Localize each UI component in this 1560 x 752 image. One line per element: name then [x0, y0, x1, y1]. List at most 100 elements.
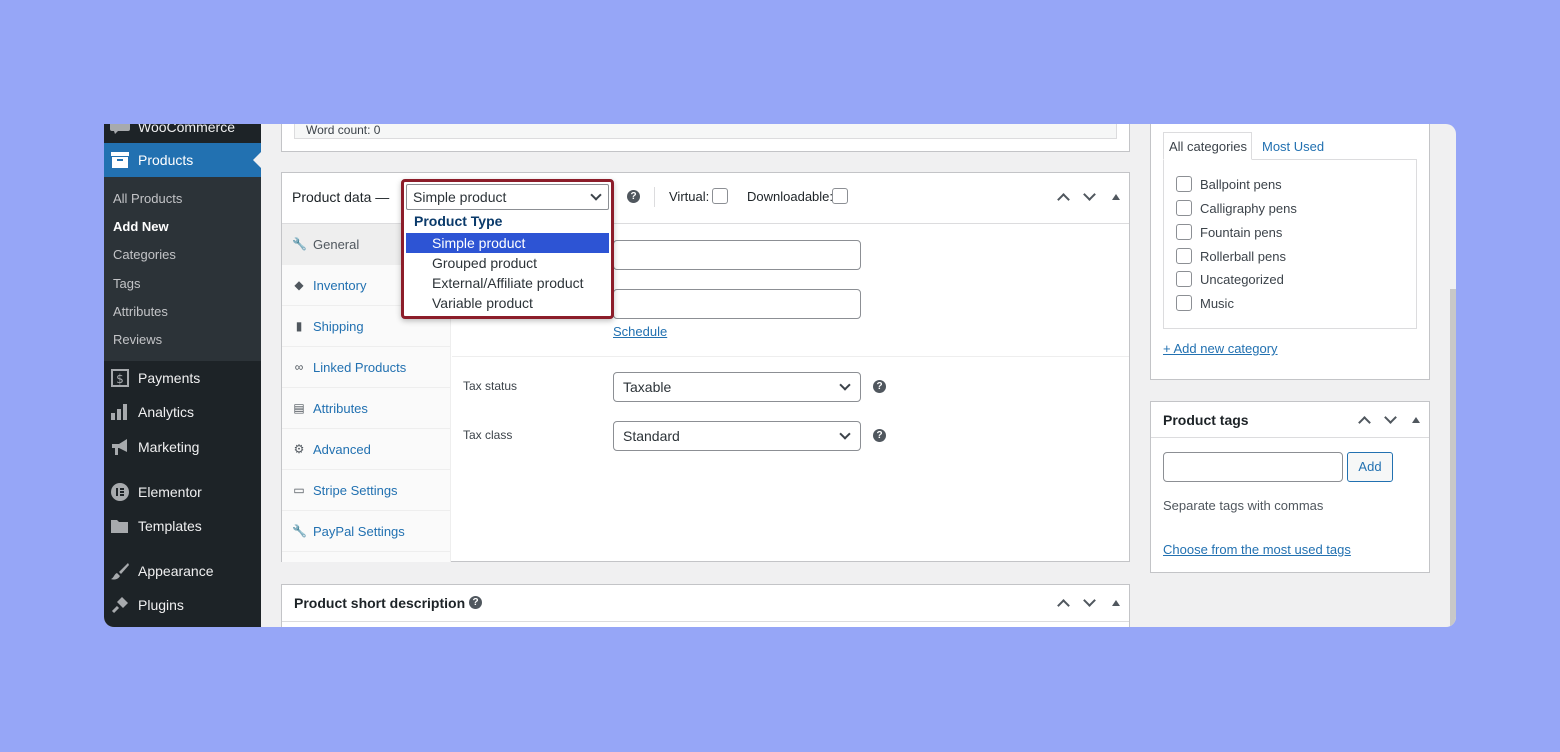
choose-most-used-tags-link[interactable]: Choose from the most used tags [1163, 542, 1351, 557]
category-checkbox[interactable] [1176, 248, 1192, 264]
scrollbar[interactable] [1450, 289, 1456, 627]
category-checkbox[interactable] [1176, 271, 1192, 287]
add-new-category-link[interactable]: + Add new category [1163, 341, 1278, 356]
wp-admin-window: WooCommerce Products All Products Add Ne… [104, 124, 1456, 627]
product-data-title: Product data — [292, 189, 390, 205]
submenu-attributes[interactable]: Attributes [113, 304, 168, 319]
tax-class-value: Standard [623, 428, 680, 444]
tab-advanced[interactable]: ⚙ Advanced [282, 429, 451, 470]
category-item[interactable]: Music [1176, 295, 1234, 311]
admin-sidebar: WooCommerce Products All Products Add Ne… [104, 124, 261, 627]
help-icon[interactable]: ? [627, 190, 640, 203]
category-item[interactable]: Fountain pens [1176, 224, 1282, 240]
virtual-label: Virtual: [669, 189, 710, 204]
tab-most-used[interactable]: Most Used [1257, 132, 1329, 160]
submenu-tags[interactable]: Tags [113, 276, 140, 291]
tab-label: General [313, 236, 360, 252]
option-variable-product[interactable]: Variable product [406, 293, 609, 313]
menu-marketing[interactable]: Marketing [104, 430, 261, 464]
category-label: Fountain pens [1200, 224, 1283, 240]
downloadable-checkbox[interactable] [832, 188, 848, 204]
product-type-dropdown[interactable]: Simple product Product Type Simple produ… [401, 179, 614, 319]
list-icon: ▤ [293, 401, 305, 415]
submenu-categories[interactable]: Categories [113, 247, 176, 262]
category-item[interactable]: Uncategorized [1176, 271, 1284, 287]
product-tags-title: Product tags [1163, 412, 1249, 428]
product-data-box: Product data — Simple product Product Ty… [281, 172, 1130, 562]
menu-templates[interactable]: Templates [104, 509, 261, 543]
menu-woocommerce[interactable]: WooCommerce [104, 124, 261, 144]
tab-attributes[interactable]: ▤ Attributes [282, 388, 451, 429]
submenu-add-new[interactable]: Add New [113, 219, 169, 234]
menu-payments[interactable]: $ Payments [104, 361, 261, 395]
submenu-all-products[interactable]: All Products [113, 191, 182, 206]
category-checkbox[interactable] [1176, 224, 1192, 240]
help-icon[interactable]: ? [469, 596, 482, 609]
virtual-checkbox[interactable] [712, 188, 728, 204]
tag-input[interactable] [1163, 452, 1343, 482]
submenu-reviews[interactable]: Reviews [113, 332, 162, 347]
products-submenu: All Products Add New Categories Tags Att… [104, 177, 261, 361]
help-icon[interactable]: ? [873, 380, 886, 393]
toggle-panel-icon[interactable] [1112, 600, 1120, 606]
tab-all-categories[interactable]: All categories [1163, 132, 1252, 160]
tab-linked-products[interactable]: ∞ Linked Products [282, 347, 451, 388]
wrench-icon: 🔧 [292, 237, 307, 251]
toggle-panel-icon[interactable] [1412, 417, 1420, 423]
category-checkbox[interactable] [1176, 176, 1192, 192]
move-down-icon[interactable] [1384, 411, 1397, 424]
tax-status-select[interactable]: Taxable [613, 372, 861, 402]
menu-analytics[interactable]: Analytics [104, 395, 261, 429]
dollar-icon: $ [110, 368, 130, 388]
sale-price-input[interactable] [613, 289, 861, 319]
card-icon: ▭ [293, 483, 305, 497]
category-item[interactable]: Calligraphy pens [1176, 200, 1297, 216]
gear-icon: ⚙ [293, 442, 305, 456]
category-label: Calligraphy pens [1200, 200, 1297, 216]
category-label: Rollerball pens [1200, 248, 1286, 264]
menu-products[interactable]: Products [104, 143, 261, 177]
option-external-product[interactable]: External/Affiliate product [406, 273, 609, 293]
menu-elementor[interactable]: Elementor [104, 475, 261, 509]
divider [282, 621, 1129, 622]
category-item[interactable]: Ballpoint pens [1176, 176, 1282, 192]
regular-price-input[interactable] [613, 240, 861, 270]
elementor-icon [110, 482, 130, 502]
category-checklist: Ballpoint pens Calligraphy pens Fountain… [1163, 159, 1417, 329]
category-checkbox[interactable] [1176, 200, 1192, 216]
menu-label: Marketing [138, 439, 200, 455]
tax-class-label: Tax class [463, 428, 513, 442]
tab-label: PayPal Settings [313, 523, 405, 539]
category-item[interactable]: Rollerball pens [1176, 248, 1286, 264]
product-type-select[interactable]: Simple product [406, 184, 609, 210]
tab-stripe-settings[interactable]: ▭ Stripe Settings [282, 470, 451, 511]
tax-class-select[interactable]: Standard [613, 421, 861, 451]
link-icon: ∞ [294, 360, 304, 374]
product-tags-header: Product tags [1151, 402, 1429, 438]
schedule-link[interactable]: Schedule [613, 324, 667, 339]
category-label: Music [1200, 295, 1234, 311]
menu-label: Elementor [138, 484, 202, 500]
option-simple-product[interactable]: Simple product [406, 233, 609, 253]
product-data-header: Product data — Simple product Product Ty… [282, 173, 1129, 319]
add-tag-button[interactable]: Add [1347, 452, 1393, 482]
move-up-icon[interactable] [1057, 599, 1070, 612]
chevron-down-icon [839, 428, 851, 440]
menu-label: Plugins [138, 597, 184, 613]
toggle-panel-icon[interactable] [1112, 194, 1120, 200]
short-description-title: Product short description [294, 595, 466, 611]
move-up-icon[interactable] [1358, 416, 1371, 429]
tab-paypal-settings[interactable]: 🔧 PayPal Settings [282, 511, 451, 552]
move-down-icon[interactable] [1083, 188, 1096, 201]
menu-plugins[interactable]: Plugins [104, 588, 261, 622]
menu-appearance[interactable]: Appearance [104, 554, 261, 588]
menu-label: WooCommerce [138, 124, 235, 135]
move-up-icon[interactable] [1057, 193, 1070, 206]
help-icon[interactable]: ? [873, 429, 886, 442]
move-down-icon[interactable] [1083, 594, 1096, 607]
product-tags-box: Product tags Add Separate tags with comm… [1150, 401, 1430, 573]
tax-status-label: Tax status [463, 379, 518, 393]
option-grouped-product[interactable]: Grouped product [406, 253, 609, 273]
category-checkbox[interactable] [1176, 295, 1192, 311]
truck-icon: ▮ [295, 319, 303, 333]
